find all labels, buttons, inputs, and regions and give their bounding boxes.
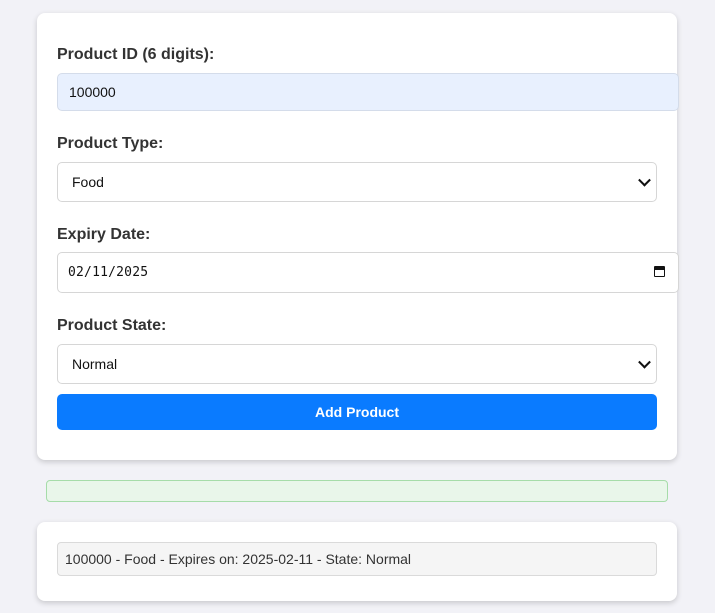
expiry-date-label: Expiry Date: <box>57 226 151 243</box>
product-type-select[interactable]: Food <box>57 162 657 202</box>
expiry-date-input[interactable]: 02/11/2025 <box>57 252 679 293</box>
product-state-value: Normal <box>72 356 118 372</box>
product-id-input[interactable]: 100000 <box>57 73 679 111</box>
add-product-button[interactable]: Add Product <box>57 394 657 430</box>
calendar-icon[interactable] <box>654 266 665 277</box>
chevron-down-icon <box>638 173 651 187</box>
product-id-label: Product ID (6 digits): <box>57 46 215 63</box>
product-list: 100000 - Food - Expires on: 2025-02-11 -… <box>37 522 677 601</box>
product-id-value: 100000 <box>69 84 116 100</box>
product-type-value: Food <box>72 174 104 190</box>
add-product-form: Product ID (6 digits): 100000 Product Ty… <box>37 13 679 460</box>
product-state-label: Product State: <box>57 317 167 334</box>
expiry-date-value: 02/11/2025 <box>68 265 149 280</box>
product-list-item: 100000 - Food - Expires on: 2025-02-11 -… <box>57 542 657 576</box>
product-state-select[interactable]: Normal <box>57 344 657 384</box>
status-message <box>46 480 668 502</box>
chevron-down-icon <box>638 355 651 369</box>
product-type-label: Product Type: <box>57 135 164 152</box>
